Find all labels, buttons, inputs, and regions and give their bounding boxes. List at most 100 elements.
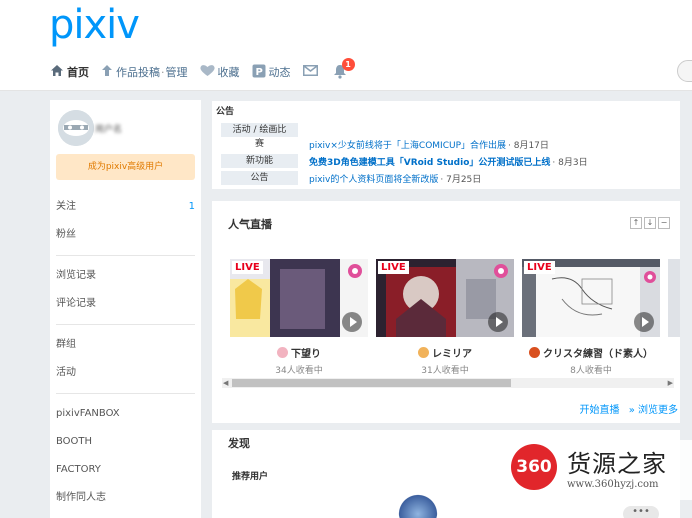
live-badge: LIVE [378, 261, 409, 274]
recommended-user-avatar[interactable] [398, 490, 438, 518]
move-down-button[interactable]: ↓ [644, 217, 656, 229]
sidebar-item-doujinshi[interactable]: 制作同人志 [56, 484, 195, 512]
live-card-title[interactable]: クリスタ練習（ド素人） [522, 345, 660, 360]
sidebar-item-factory[interactable]: FACTORY [56, 456, 195, 484]
announcement-title: 公告 [216, 107, 235, 117]
premium-button[interactable]: 成为pixiv高级用户 [56, 154, 195, 180]
live-badge: LIVE [524, 261, 555, 274]
sidebar-item-groups[interactable]: 群组 [56, 331, 195, 359]
announcement-link[interactable]: pixiv的个人资料页面将全新改版 [309, 172, 438, 185]
announcement-row: 公告 pixiv的个人资料页面将全新改版 · 7月25日 [221, 171, 481, 185]
sidebar-item-history[interactable]: 浏览记录 [56, 262, 195, 290]
streamer-name: 下望り [291, 349, 321, 360]
browse-more-link[interactable]: » 浏览更多 [629, 405, 678, 416]
nav-home-label: 首页 [67, 66, 89, 79]
notification-badge: 1 [341, 58, 355, 71]
streamer-name: レミリア [432, 349, 472, 360]
live-card[interactable]: LIVE 下望り 34人收看中 [230, 259, 368, 379]
start-live-link[interactable]: 开始直播 [580, 405, 620, 416]
live-thumbnail[interactable]: LIVE [230, 259, 368, 337]
announcement-link[interactable]: pixiv×少女前线将于「上海COMICUP」合作出展 [309, 138, 506, 151]
divider [56, 324, 195, 325]
panel-controls: ↑ ↓ − [628, 217, 670, 229]
upload-icon [101, 64, 113, 80]
announcement-date: · 7月25日 [440, 174, 482, 185]
scrollbar-thumb[interactable] [232, 379, 511, 387]
nav-manage-label[interactable]: 管理 [166, 64, 188, 80]
nav-home[interactable]: 首页 [50, 64, 89, 80]
scroll-right-icon[interactable]: ▶ [668, 378, 673, 388]
nav-works-label: 作品投稿 [116, 66, 160, 79]
left-sidebar: 用户名 成为pixiv高级用户 关注 1 粉丝 浏览记录 评论记录 群组 活动 … [50, 100, 201, 518]
scroll-left-icon[interactable]: ◀ [223, 378, 228, 388]
sidebar-item-label: pixivFANBOX [56, 408, 120, 419]
announcement-tag: 活动 / 绘画比 [221, 123, 298, 137]
live-card-title[interactable]: レミリア [376, 345, 514, 360]
watermark-url: www.360hyzj.com [567, 479, 659, 490]
announcement-row: 赛 pixiv×少女前线将于「上海COMICUP」合作出展 · 8月17日 [221, 137, 549, 151]
streamer-avatar-icon [418, 347, 429, 358]
nav-messages[interactable] [302, 65, 321, 79]
default-avatar-icon [58, 110, 94, 146]
following-count: 1 [188, 201, 195, 212]
home-icon [50, 64, 64, 80]
live-thumbnail[interactable]: LIVE [376, 259, 514, 337]
sidebar-item-label: 粉丝 [56, 229, 76, 240]
announcement-link[interactable]: 免费3D角色建模工具「VRoid Studio」公开测试版已上线 [309, 155, 550, 168]
announcement-tag: 公告 [221, 171, 298, 185]
nav-feed[interactable]: P 动态 [252, 64, 291, 81]
sidebar-item-comments[interactable]: 评论记录 [56, 290, 195, 318]
sidebar-item-label: 评论记录 [56, 298, 96, 309]
horizontal-scrollbar[interactable]: ◀ ▶ [222, 378, 674, 388]
sidebar-item-label: 浏览记录 [56, 270, 96, 281]
live-thumbnail[interactable]: LIVE [522, 259, 660, 337]
discover-title: 发现 [228, 437, 250, 450]
watermark-360-logo: 360 [511, 444, 557, 490]
search-box-edge[interactable] [677, 60, 692, 82]
live-card[interactable]: LIVE レミリア 31人收看中 [376, 259, 514, 379]
sidebar-item-following[interactable]: 关注 1 [56, 193, 195, 221]
viewer-count: 34人收看中 [275, 366, 323, 376]
announcement-row: 活动 / 绘画比 [221, 123, 298, 137]
popular-live-panel: 人气直播 ↑ ↓ − LIVE 下望り 34人收看中 LIVE レミリア 31人… [212, 201, 680, 423]
announcement-row: 新功能 免费3D角色建模工具「VRoid Studio」公开测试版已上线 · 8… [221, 154, 588, 168]
nav-feed-label: 动态 [268, 66, 291, 79]
feed-icon: P [252, 64, 266, 81]
nav-bookmarks[interactable]: 收藏 [199, 64, 240, 80]
username[interactable]: 用户名 [95, 122, 122, 135]
nav-notifications[interactable]: 1 [333, 58, 355, 80]
avatar[interactable] [58, 110, 94, 146]
collapse-button[interactable]: − [658, 217, 670, 229]
pixiv-logo[interactable]: pixiv [49, 2, 140, 48]
announcement-panel: 公告 活动 / 绘画比 赛 pixiv×少女前线将于「上海COMICUP」合作出… [212, 101, 680, 189]
site-watermark: 360 货源之家 www.360hyzj.com [508, 440, 692, 500]
sidebar-item-label: 群组 [56, 339, 76, 350]
announcement-tag: 赛 [254, 139, 264, 149]
nav-works[interactable]: 作品投稿 · 管理 [101, 64, 188, 80]
live-panel-title: 人气直播 [228, 218, 272, 231]
divider [56, 393, 195, 394]
move-up-button[interactable]: ↑ [630, 217, 642, 229]
top-header: pixiv 首页 作品投稿 · 管理 收藏 P 动态 1 [0, 0, 692, 91]
sidebar-item-label: BOOTH [56, 436, 93, 447]
announcement-tag: 新功能 [221, 154, 298, 168]
divider [56, 255, 195, 256]
sidebar-item-fanbox[interactable]: pixivFANBOX [56, 400, 195, 428]
live-card-partial[interactable] [668, 259, 680, 379]
live-card[interactable]: LIVE クリスタ練習（ド素人） 8人收看中 [522, 259, 660, 379]
live-thumbnail [668, 259, 680, 337]
more-options-button[interactable]: ••• [623, 506, 659, 518]
sidebar-item-label: 制作同人志 [56, 492, 106, 503]
viewer-count: 8人收看中 [570, 366, 612, 376]
watermark-name: 货源之家 [567, 450, 667, 478]
mail-icon [302, 65, 318, 79]
play-icon[interactable] [634, 312, 654, 332]
play-icon[interactable] [342, 312, 362, 332]
live-card-title[interactable]: 下望り [230, 345, 368, 360]
sidebar-item-events[interactable]: 活动 [56, 359, 195, 387]
play-icon[interactable] [488, 312, 508, 332]
main-nav: 首页 作品投稿 · 管理 收藏 P 动态 1 [50, 58, 361, 84]
sidebar-item-followers[interactable]: 粉丝 [56, 221, 195, 249]
nav-bookmarks-label: 收藏 [217, 66, 240, 79]
sidebar-item-booth[interactable]: BOOTH [56, 428, 195, 456]
